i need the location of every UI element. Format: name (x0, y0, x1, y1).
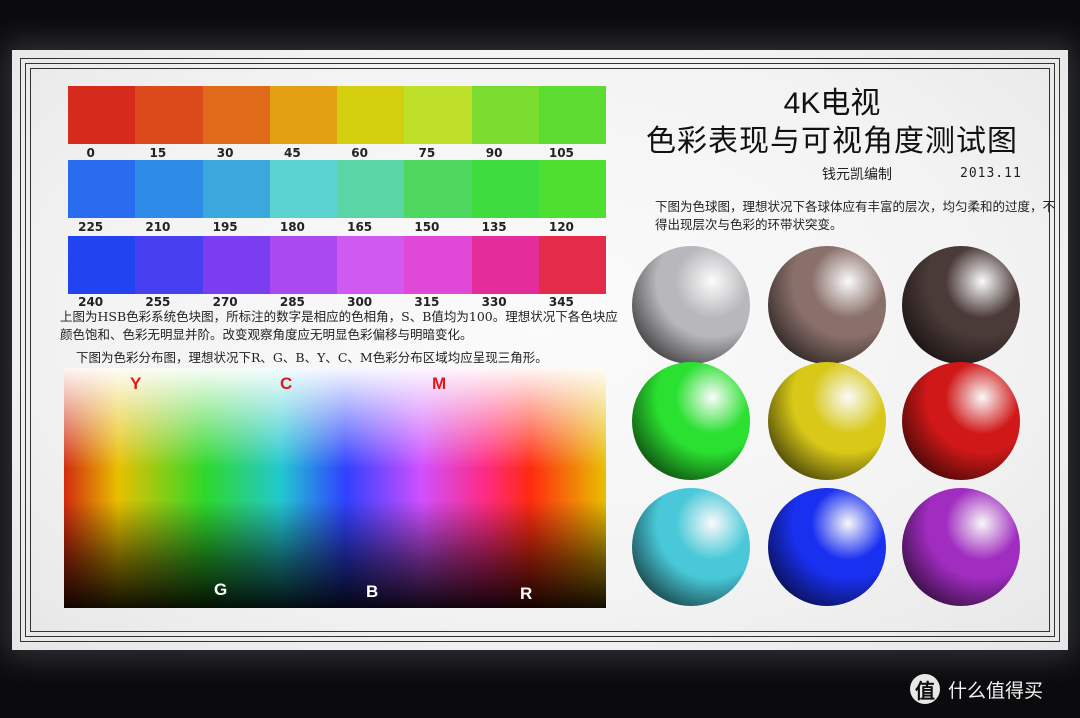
color-swatch (404, 86, 472, 144)
label-r: R (520, 584, 533, 603)
distribution-description: 下图为色彩分布图，理想状况下R、G、B、Y、C、M色彩分布区域均应呈现三角形。 (76, 350, 548, 365)
site-watermark: 值 什么值得买 (910, 674, 1043, 704)
hue-angle-label: 270 (212, 295, 238, 309)
color-swatch (471, 160, 539, 218)
hue-angle-label: 30 (216, 146, 234, 160)
sphere-description: 下图为色球图，理想状况下各球体应有丰富的层次，均匀柔和的过度，不得出现层次与色彩… (655, 199, 1056, 232)
hue-angle-label: 90 (485, 146, 503, 160)
color-swatch (538, 236, 606, 294)
sphere-red (902, 362, 1020, 480)
color-swatch (269, 236, 337, 294)
watermark-text: 什么值得买 (948, 679, 1044, 702)
color-swatch (538, 160, 606, 218)
hsb-row-2 (68, 160, 606, 218)
hsb-row-1 (68, 86, 606, 144)
color-swatch (135, 86, 203, 144)
hue-angle-label: 45 (284, 146, 301, 160)
sphere-dark-brown (902, 246, 1020, 364)
color-swatch (337, 86, 405, 144)
author: 钱元凯编制 (822, 167, 892, 183)
label-b: B (366, 582, 379, 601)
hsb-row-3 (68, 236, 606, 294)
hue-angle-label: 120 (548, 220, 574, 234)
color-swatch (471, 236, 539, 294)
hue-angle-label: 240 (78, 295, 104, 309)
color-swatch (269, 160, 337, 218)
sphere-green (632, 362, 750, 480)
color-swatch (471, 86, 539, 144)
black-fade (64, 368, 606, 608)
sphere-purple (902, 488, 1020, 606)
color-distribution-chart: Y C M G B R (64, 368, 606, 608)
label-c: C (280, 374, 293, 393)
sphere-cyan (632, 488, 750, 606)
color-swatch (202, 86, 270, 144)
hsb-description: 上图为HSB色彩系统色块图，所标注的数字是相应的色相角，S、B值均为100。理想… (60, 309, 618, 342)
label-g: G (214, 580, 228, 599)
hue-angle-label: 195 (212, 220, 238, 234)
hue-angle-label: 180 (279, 220, 305, 234)
hue-angle-label: 300 (347, 295, 373, 309)
hsb-labels-1: 0 15 30 45 60 75 90 105 (68, 146, 606, 160)
hue-angle-label: 285 (279, 295, 305, 309)
color-swatch (135, 160, 203, 218)
color-swatch (337, 160, 405, 218)
hue-angle-label: 15 (149, 146, 167, 160)
title-line-2: 色彩表现与可视角度测试图 (646, 124, 1018, 159)
hue-angle-label: 345 (548, 295, 574, 309)
hue-angle-label: 0 (86, 146, 95, 160)
label-m: M (432, 374, 447, 393)
color-swatch (202, 236, 270, 294)
hue-angle-label: 165 (347, 220, 373, 234)
hue-angle-label: 60 (351, 146, 368, 160)
sphere-yellow (768, 362, 886, 480)
watermark-logo-icon: 值 (910, 674, 940, 704)
hue-angle-label: 150 (414, 220, 440, 234)
hue-angle-label: 135 (481, 220, 507, 234)
color-swatch (68, 160, 136, 218)
hue-angle-label: 210 (145, 220, 171, 234)
color-swatch (135, 236, 203, 294)
hue-angle-label: 315 (414, 295, 440, 309)
sphere-brown (768, 246, 886, 364)
color-swatch (68, 86, 136, 144)
color-swatch (202, 160, 270, 218)
hue-angle-label: 105 (548, 146, 574, 160)
color-swatch (404, 160, 472, 218)
hue-angle-label: 75 (418, 146, 436, 160)
sphere-gray (632, 246, 750, 364)
color-swatch (68, 236, 136, 294)
color-swatch (269, 86, 337, 144)
hsb-labels-2: 225 210 195 180 165 150 135 120 (68, 220, 606, 234)
test-chart-screen: 0 15 30 45 60 75 90 105 225 210 195 180 165 150 135 12… (12, 50, 1068, 650)
hue-angle-label: 255 (145, 295, 171, 309)
date: 2013.11 (960, 166, 1022, 181)
label-y: Y (130, 374, 142, 393)
hue-angle-label: 225 (78, 220, 104, 234)
hue-angle-label: 330 (481, 295, 507, 309)
color-swatch (538, 86, 606, 144)
hsb-labels-3: 240 255 270 285 300 315 330 345 (68, 295, 606, 309)
sphere-blue (768, 488, 886, 606)
color-swatch (404, 236, 472, 294)
color-swatch (337, 236, 405, 294)
